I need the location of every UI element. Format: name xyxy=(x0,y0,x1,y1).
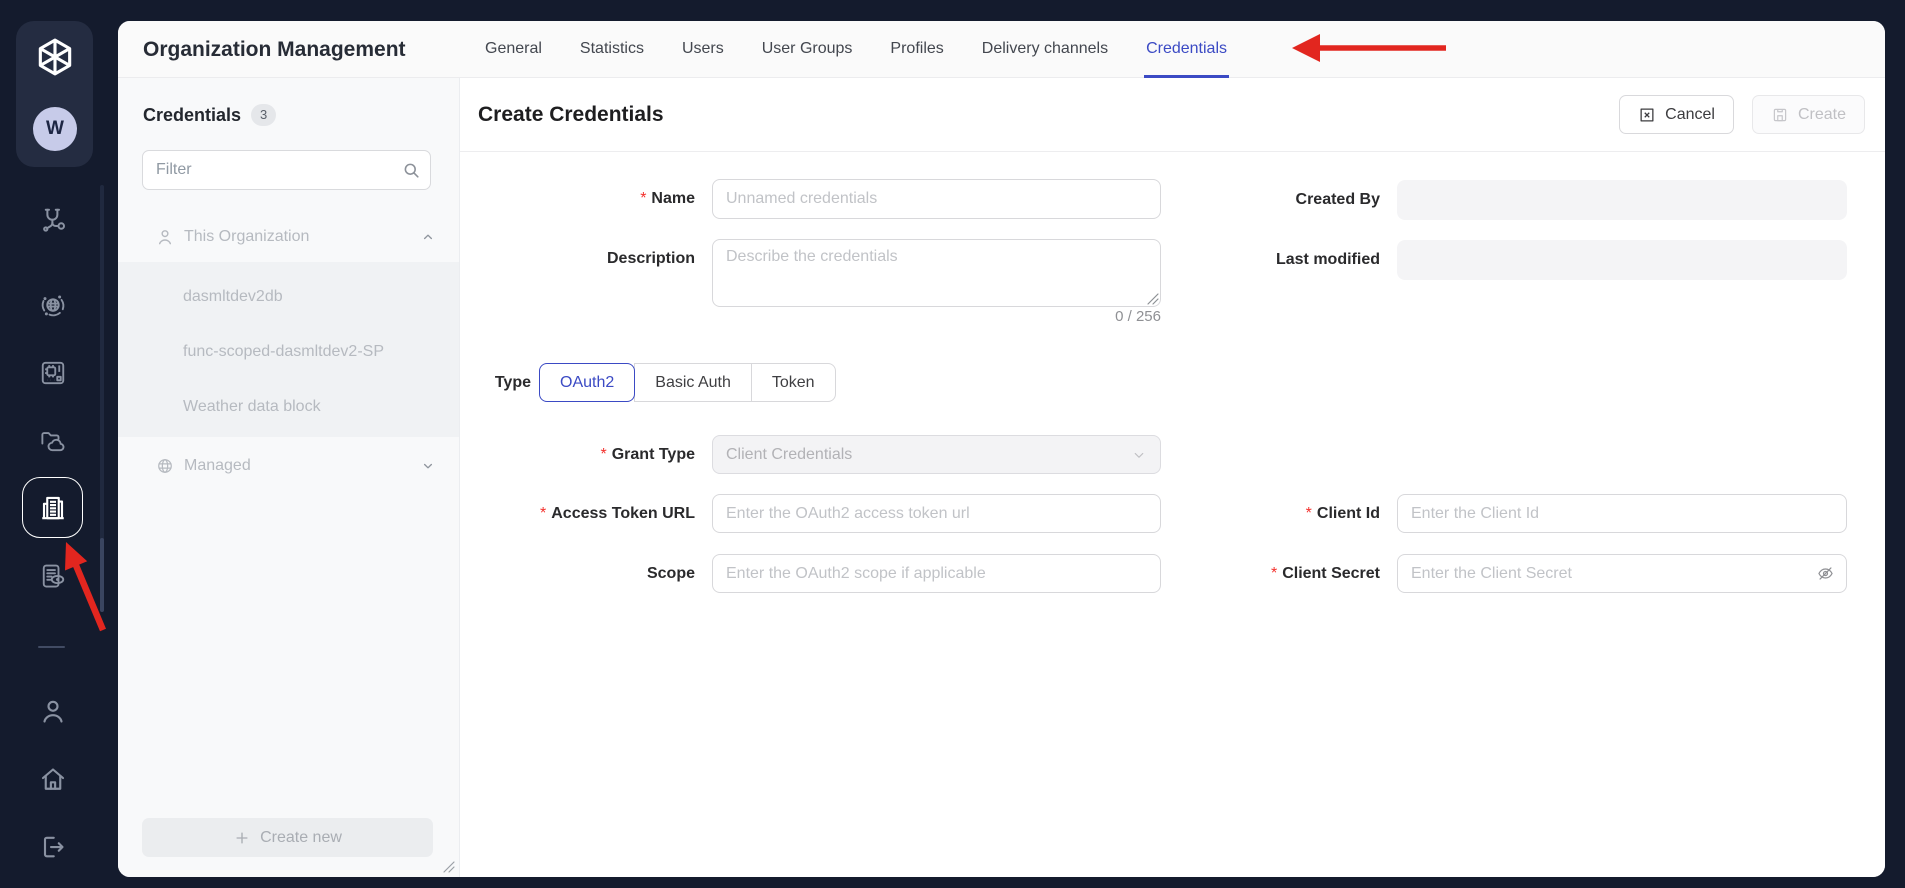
app-rail: W xyxy=(0,0,118,888)
chevron-up-icon[interactable] xyxy=(419,228,437,246)
card-header: Organization Management General Statisti… xyxy=(118,21,1885,78)
last-modified-value xyxy=(1397,240,1847,280)
type-label: Type xyxy=(474,363,531,402)
globe-icon xyxy=(155,456,175,476)
created-by-label: Created By xyxy=(1160,180,1380,220)
description-textarea[interactable] xyxy=(712,239,1161,307)
tab-delivery-channels[interactable]: Delivery channels xyxy=(963,21,1127,78)
cancel-button[interactable]: Cancel xyxy=(1619,95,1734,134)
app-logo-cube-icon[interactable] xyxy=(33,35,77,79)
rail-divider xyxy=(38,646,65,648)
type-segmented-control: OAuth2 Basic Auth Token xyxy=(539,363,836,402)
logout-icon[interactable] xyxy=(38,832,68,862)
filter-field-wrap xyxy=(142,150,431,190)
hardware-chip-icon[interactable] xyxy=(38,358,68,388)
required-marker: * xyxy=(1271,565,1277,582)
stethoscope-icon[interactable] xyxy=(38,205,68,235)
form-toolbar: Create Credentials Cancel xyxy=(460,78,1885,152)
organization-building-icon[interactable] xyxy=(38,493,68,523)
grant-type-value: Client Credentials xyxy=(726,446,852,463)
panel-title: Credentials xyxy=(143,105,241,126)
client-secret-wrap xyxy=(1397,554,1847,593)
required-marker: * xyxy=(600,446,606,463)
client-id-label: *Client Id xyxy=(1160,494,1380,533)
create-new-button[interactable]: Create new xyxy=(142,818,433,857)
type-option-oauth2[interactable]: OAuth2 xyxy=(539,363,635,402)
grant-type-label: *Grant Type xyxy=(475,435,695,474)
section-label: This Organization xyxy=(184,228,309,246)
name-input[interactable] xyxy=(712,179,1161,219)
cloud-folder-icon[interactable] xyxy=(38,426,68,456)
scope-label: Scope xyxy=(475,554,695,593)
tab-credentials[interactable]: Credentials xyxy=(1127,21,1246,78)
user-profile-icon[interactable] xyxy=(38,696,68,726)
required-marker: * xyxy=(640,190,646,207)
required-marker: * xyxy=(1306,505,1312,522)
panel-title-row: Credentials 3 xyxy=(143,104,276,126)
toolbar-buttons: Cancel Create xyxy=(1619,95,1865,134)
last-modified-label: Last modified xyxy=(1160,240,1380,280)
credentials-form: *Name Created By Description Last modifi… xyxy=(460,152,1885,877)
create-new-label: Create new xyxy=(260,829,342,847)
list-item-func-scoped[interactable]: func-scoped-dasmltdev2-SP xyxy=(118,324,459,379)
credentials-count-badge: 3 xyxy=(251,104,276,126)
rail-scrollbar-thumb[interactable] xyxy=(100,538,104,612)
section-this-organization[interactable]: This Organization xyxy=(118,216,459,258)
section-managed[interactable]: Managed xyxy=(118,445,459,487)
credentials-list-panel: Credentials 3 This Organization xyxy=(118,78,460,877)
tab-bar: General Statistics Users User Groups Pro… xyxy=(466,21,1246,78)
description-label: Description xyxy=(475,239,695,279)
type-option-token[interactable]: Token xyxy=(751,363,836,402)
tab-general[interactable]: General xyxy=(466,21,561,78)
list-item-dasmltdev2db[interactable]: dasmltdev2db xyxy=(118,269,459,324)
scope-input[interactable] xyxy=(712,554,1161,593)
filter-input[interactable] xyxy=(142,150,431,190)
page-title: Organization Management xyxy=(143,21,406,78)
name-label: *Name xyxy=(475,179,695,219)
client-id-input[interactable] xyxy=(1397,494,1847,533)
form-title: Create Credentials xyxy=(478,78,664,152)
eye-invisible-icon[interactable] xyxy=(1815,563,1836,584)
global-network-icon[interactable] xyxy=(38,290,68,320)
type-option-basic-auth[interactable]: Basic Auth xyxy=(634,363,752,402)
panel-resize-handle[interactable] xyxy=(443,861,455,873)
grant-type-select: Client Credentials xyxy=(712,435,1161,474)
main-content: Create Credentials Cancel xyxy=(460,78,1885,877)
select-chevron-down-icon xyxy=(1130,446,1148,464)
tab-user-groups[interactable]: User Groups xyxy=(743,21,872,78)
create-button[interactable]: Create xyxy=(1752,95,1865,134)
document-audit-icon[interactable] xyxy=(38,561,68,591)
tab-users[interactable]: Users xyxy=(663,21,743,78)
cancel-label: Cancel xyxy=(1665,106,1715,124)
chevron-down-icon[interactable] xyxy=(419,457,437,475)
tab-profiles[interactable]: Profiles xyxy=(871,21,962,78)
section-label: Managed xyxy=(184,457,251,475)
description-char-counter: 0 / 256 xyxy=(712,308,1161,325)
textarea-resize-handle[interactable] xyxy=(1147,293,1159,305)
access-token-url-input[interactable] xyxy=(712,494,1161,533)
plus-icon xyxy=(233,829,251,847)
close-square-icon xyxy=(1638,106,1656,124)
list-item-weather-data-block[interactable]: Weather data block xyxy=(118,379,459,434)
create-label: Create xyxy=(1798,106,1846,124)
client-secret-label: *Client Secret xyxy=(1160,554,1380,593)
home-icon[interactable] xyxy=(38,764,68,794)
save-icon xyxy=(1771,106,1789,124)
search-icon[interactable] xyxy=(401,160,422,181)
client-secret-input[interactable] xyxy=(1397,554,1847,593)
access-token-url-label: *Access Token URL xyxy=(475,494,695,533)
person-icon xyxy=(155,227,175,247)
organization-items: dasmltdev2db func-scoped-dasmltdev2-SP W… xyxy=(118,262,459,437)
tab-statistics[interactable]: Statistics xyxy=(561,21,663,78)
created-by-value xyxy=(1397,180,1847,220)
content-card: Organization Management General Statisti… xyxy=(118,21,1885,877)
user-avatar[interactable]: W xyxy=(33,107,77,151)
logo-container: W xyxy=(16,21,93,167)
required-marker: * xyxy=(540,505,546,522)
